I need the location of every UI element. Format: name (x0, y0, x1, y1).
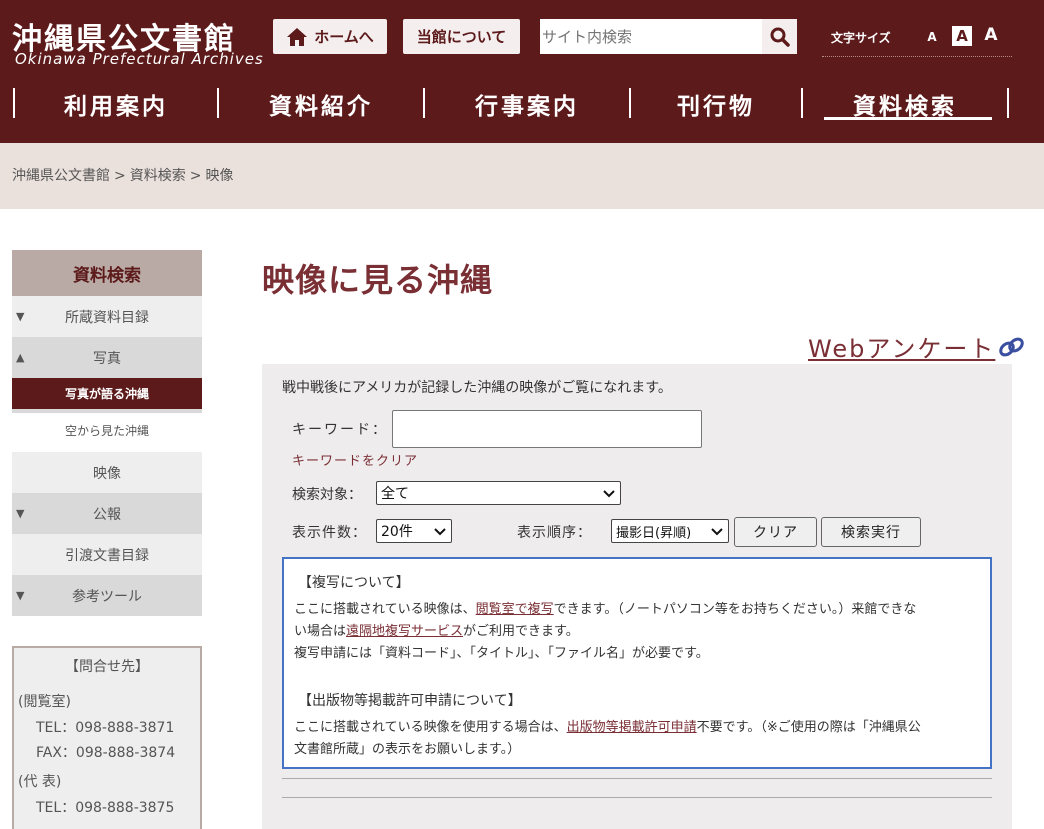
sidebar-item-label: 映像 (93, 465, 121, 482)
sidebar-item-photos[interactable]: ▲ 写真 (12, 337, 202, 378)
breadcrumb-current: 映像 (205, 168, 234, 184)
notice-text: ここに搭載されている映像を使用する場合は、 (294, 720, 567, 735)
contact-box: 【問合せ先】 (閲覧室) TEL：098-888-3871 FAX：098-88… (12, 646, 202, 829)
sidebar-item-label: 所蔵資料目録 (65, 309, 149, 326)
link-icon (999, 337, 1025, 356)
sidebar-item-label: 引渡文書目録 (65, 547, 149, 564)
chevron-down-icon (711, 528, 723, 536)
publication-heading: 【出版物等掲載許可申請について】 (298, 693, 522, 709)
expand-arrow-icon: ▼ (16, 310, 25, 323)
site-search-input[interactable] (540, 19, 762, 54)
contact-main-tel: TEL：098-888-3875 (36, 800, 175, 816)
clear-button[interactable]: クリア (734, 517, 817, 547)
sidebar-item-reference-tools[interactable]: ▼ 参考ツール (12, 575, 202, 616)
chevron-down-icon (603, 490, 615, 498)
search-target-value: 全て (381, 486, 409, 502)
search-target-label: 検索対象： (292, 487, 362, 503)
nav-separator (1007, 88, 1009, 118)
contact-title: 【問合せ先】 (65, 659, 149, 675)
publication-text-line: 文書館所蔵」の表示をお願いします。） (294, 742, 521, 757)
sort-order-select[interactable]: 撮影日(昇順) (611, 519, 729, 543)
sort-order-value: 撮影日(昇順) (616, 525, 692, 541)
keyword-clear-link[interactable]: キーワードをクリア (292, 450, 418, 469)
copy-heading: 【複写について】 (298, 575, 410, 591)
home-button[interactable]: ホームへ (273, 19, 387, 54)
breadcrumb: 沖縄県公文書館 > 資料検索 > 映像 (12, 165, 233, 185)
publication-text-line: ここに搭載されている映像を使用する場合は、出版物等掲載許可申請不要です。（※ご使… (294, 716, 921, 735)
font-size-small-button[interactable]: A (925, 28, 939, 46)
site-search-button[interactable] (762, 19, 797, 54)
page-title: 映像に見る沖縄 (262, 261, 494, 299)
copy-text-line: ここに搭載されている映像は、閲覧室で複写できます。（ノートパソコン等をお持ちくだ… (294, 598, 916, 617)
notice-text: ここに搭載されている映像は、 (294, 602, 476, 617)
results-divider (282, 778, 992, 779)
breadcrumb-separator: > (114, 168, 126, 184)
keyword-label: キーワード： (292, 422, 388, 438)
about-button[interactable]: 当館について (403, 19, 520, 54)
font-size-label: 文字サイズ (831, 31, 891, 45)
contact-reading-tel: TEL：098-888-3871 (36, 720, 175, 736)
chevron-down-icon (434, 528, 446, 536)
breadcrumb-home[interactable]: 沖縄県公文書館 (12, 168, 110, 184)
home-button-label: ホームへ (314, 28, 374, 46)
expand-arrow-icon: ▼ (16, 589, 25, 602)
nav-item-events[interactable]: 行事案内 (425, 86, 629, 122)
sidebar-item-label: 写真 (93, 350, 121, 367)
search-execute-button[interactable]: 検索実行 (821, 517, 921, 547)
intro-text: 戦中戦後にアメリカが記録した沖縄の映像がご覧になれます。 (282, 380, 672, 396)
sidebar-title: 資料検索 (12, 250, 202, 296)
nav-active-indicator (824, 117, 992, 120)
web-enquete-label: Webアンケート (808, 335, 996, 363)
sidebar-item-video[interactable]: 映像 (12, 452, 202, 493)
keyword-input[interactable] (392, 410, 702, 448)
web-enquete-link[interactable]: Webアンケート (808, 329, 1027, 364)
sidebar-item-label: 参考ツール (72, 588, 142, 605)
sidebar-item-collection-catalog[interactable]: ▼ 所蔵資料目録 (12, 296, 202, 337)
collapse-arrow-icon: ▲ (16, 351, 25, 364)
font-size-large-button[interactable]: A (982, 24, 1000, 46)
nav-item-guide[interactable]: 利用案内 (15, 86, 217, 122)
nav-item-publications[interactable]: 刊行物 (631, 86, 801, 122)
sidebar-item-label: 公報 (93, 506, 121, 523)
sidebar-item-gazette[interactable]: ▼ 公報 (12, 493, 202, 534)
contact-reading-fax: FAX：098-888-3874 (36, 745, 176, 761)
breadcrumb-search[interactable]: 資料検索 (130, 168, 186, 184)
copy-notice-box: 【複写について】 ここに搭載されている映像は、閲覧室で複写できます。（ノートパソ… (282, 557, 992, 769)
results-divider (282, 797, 992, 798)
font-size-medium-button[interactable]: A (952, 26, 972, 46)
copy-text-line: い場合は遠隔地複写サービスがご利用できます。 (294, 620, 579, 639)
display-count-label: 表示件数： (292, 525, 367, 541)
display-count-select[interactable]: 20件 (376, 519, 452, 543)
contact-reading-room: (閲覧室) (18, 694, 71, 710)
site-logo-english[interactable]: Okinawa Prefectural Archives (15, 50, 264, 68)
expand-arrow-icon: ▼ (16, 507, 25, 520)
notice-text: がご利用できます。 (463, 624, 579, 639)
display-count-value: 20件 (381, 524, 413, 540)
contact-main: (代 表) (18, 774, 62, 790)
sidebar-item-transfer-docs[interactable]: 引渡文書目録 (12, 534, 202, 575)
reading-room-copy-link[interactable]: 閲覧室で複写 (476, 602, 554, 617)
publication-permit-link[interactable]: 出版物等掲載許可申請 (567, 720, 697, 735)
search-target-select[interactable]: 全て (376, 481, 621, 505)
search-icon (770, 27, 790, 47)
nav-item-materials[interactable]: 資料紹介 (219, 86, 423, 122)
sort-order-label: 表示順序： (517, 525, 592, 541)
remote-copy-service-link[interactable]: 遠隔地複写サービス (346, 624, 463, 639)
home-icon (287, 27, 308, 46)
sidebar-subitem-aerial[interactable]: 空から見た沖縄 (12, 413, 202, 447)
notice-text: い場合は (294, 624, 347, 639)
breadcrumb-separator: > (189, 168, 202, 184)
sidebar-subitem-photos-okinawa[interactable]: 写真が語る沖縄 (12, 378, 202, 409)
font-size-divider (822, 56, 1012, 57)
notice-text: 不要です。（※ご使用の際は「沖縄県公 (696, 720, 921, 735)
copy-text-line: 複写申請には「資料コード」、「タイトル」、「ファイル名」が必要です。 (294, 646, 709, 661)
about-button-label: 当館について (416, 28, 507, 46)
notice-text: できます。（ノートパソコン等をお持ちください。）来館できな (553, 602, 917, 617)
